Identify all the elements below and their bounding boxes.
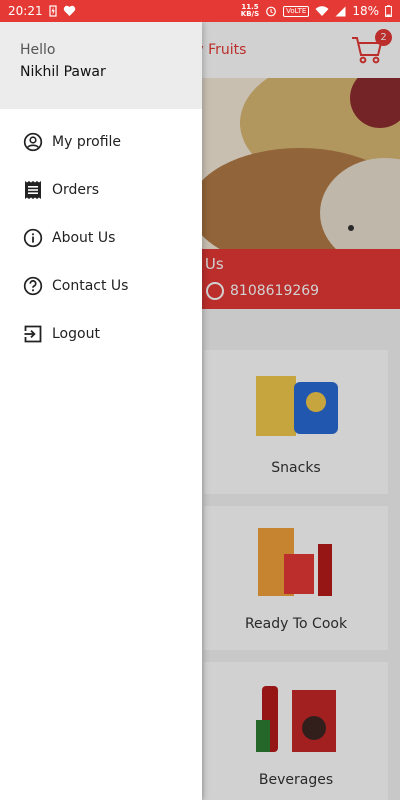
menu-item-label: About Us (52, 230, 116, 246)
menu-item-my-profile[interactable]: My profile (0, 118, 202, 166)
status-bar: 20:21 11.5 KB/S VoLTE 18% (0, 0, 400, 22)
drawer-header: Hello Nikhil Pawar (0, 22, 202, 109)
greeting-text: Hello (20, 42, 56, 58)
battery-charging-icon (48, 5, 57, 17)
menu-item-contact-us[interactable]: Contact Us (0, 262, 202, 310)
help-icon (22, 275, 44, 297)
logout-icon (22, 323, 44, 345)
battery-icon (385, 5, 392, 17)
user-name: Nikhil Pawar (20, 64, 106, 80)
info-icon (22, 227, 44, 249)
orders-icon (22, 179, 44, 201)
menu-item-orders[interactable]: Orders (0, 166, 202, 214)
drawer-menu: My profile Orders About Us Contact Us Lo… (0, 118, 202, 358)
menu-item-about-us[interactable]: About Us (0, 214, 202, 262)
menu-item-label: My profile (52, 134, 122, 150)
signal-icon (335, 6, 346, 16)
battery-percent: 18% (352, 4, 379, 18)
navigation-drawer: Hello Nikhil Pawar My profile Orders Abo… (0, 22, 202, 800)
heart-icon (63, 5, 75, 16)
wifi-icon (315, 5, 329, 16)
menu-item-label: Contact Us (52, 278, 129, 294)
menu-item-label: Logout (52, 326, 100, 342)
status-time: 20:21 (8, 4, 43, 18)
alarm-icon (266, 6, 277, 17)
profile-icon (22, 131, 44, 153)
net-speed: 11.5 KB/S (240, 3, 260, 18)
menu-item-logout[interactable]: Logout (0, 310, 202, 358)
volte-badge: VoLTE (283, 5, 310, 17)
menu-item-label: Orders (52, 182, 100, 198)
